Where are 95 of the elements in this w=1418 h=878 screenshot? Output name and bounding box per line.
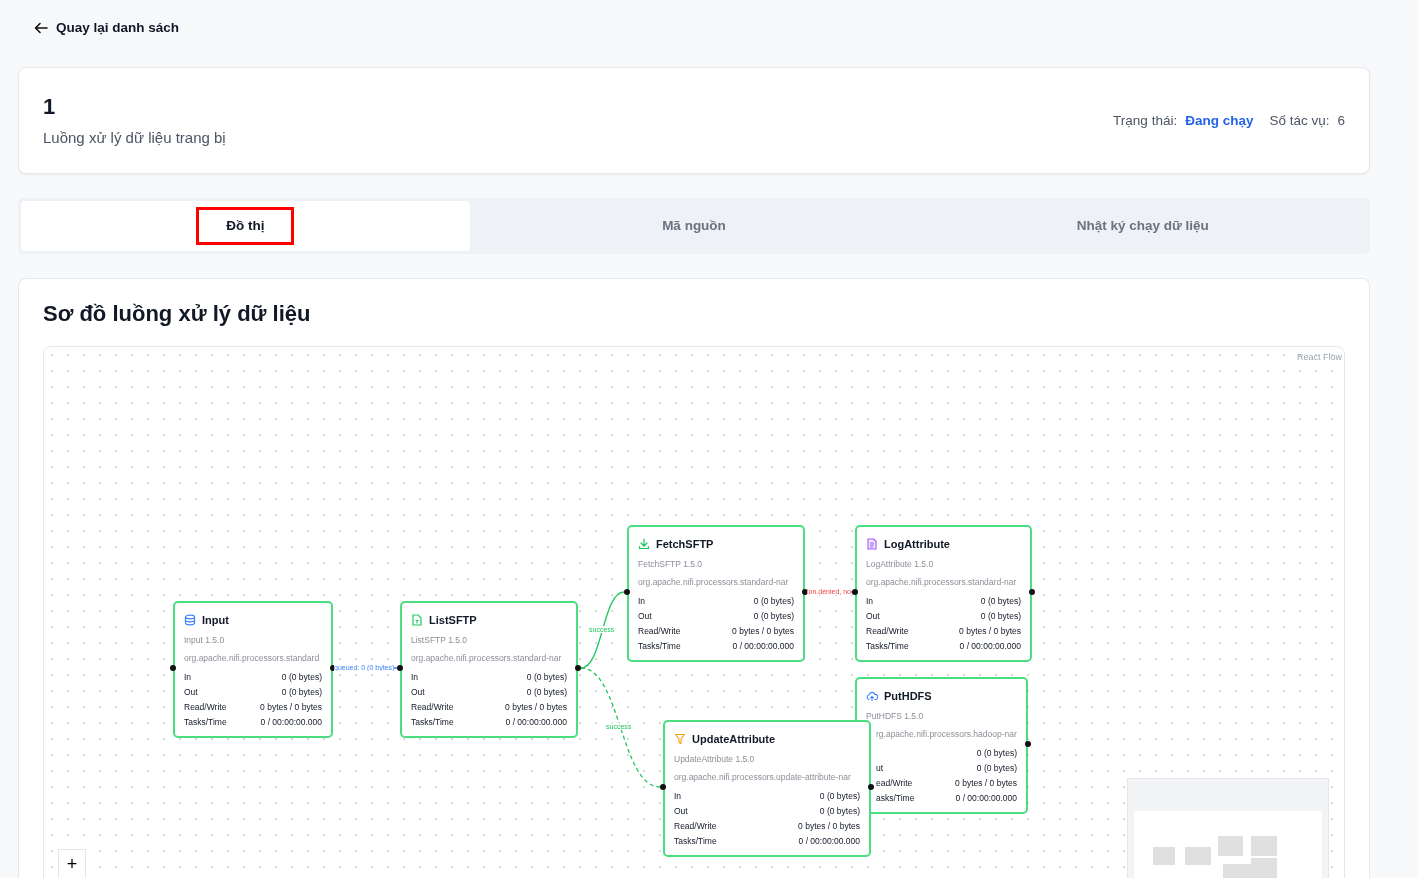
stat-label: ead/Write [876,777,913,791]
stat-label: Out [638,609,652,623]
stat-value: 0 (0 bytes) [281,685,322,699]
stat-label: Out [674,804,688,818]
stat-label: In [674,789,682,803]
input-handle [170,664,176,671]
stat-label: Read/Write [674,820,717,834]
stat-value: 0 / 00:00:00.000 [732,640,794,654]
stat-label: Tasks/Time [411,716,454,730]
zoom-in-button[interactable]: + [58,848,86,878]
stat-value: 0 (0 bytes) [976,761,1017,775]
stat-label: In [866,594,874,608]
node-package: org.apache.nifi.processors.update-attribute-nar [674,770,852,784]
node-version: UpdateAttribute 1.5.0 [674,753,756,766]
input-handle [660,783,666,790]
stat-value: 0 (0 bytes) [980,609,1021,623]
stat-label: Tasks/Time [638,640,681,654]
stat-label: In [184,670,192,684]
output-handle [1025,740,1031,747]
node-title: LogAttribute [884,536,950,552]
node-version: PutHDFS 1.5.0 [866,710,925,723]
output-handle [1029,588,1035,595]
flow-subtitle: Luồng xử lý dữ liệu trang bị [43,127,226,148]
section-title: Sơ đồ luồng xử lý dữ liệu [43,301,312,328]
stat-label: ut [876,761,884,775]
output-handle [868,783,874,790]
node-package: rg.apache.nifi.processors.hadoop-nar [875,727,1017,741]
stat-value: 0 (0 bytes) [980,594,1021,608]
stat-label: In [411,670,419,684]
node-package: org.apache.nifi.processors.standard-nar [638,575,790,589]
input-handle [397,664,403,671]
cloud-upload-icon [866,689,878,702]
stat-label: Out [411,685,425,699]
node-title: UpdateAttribute [692,731,776,747]
stat-label: Read/Write [638,625,681,639]
stat-value: 0 bytes / 0 bytes [732,625,794,639]
input-handle [624,588,630,595]
status-value: Đang chạy [1185,112,1254,131]
stat-value: 0 / 00:00:00.000 [955,792,1017,806]
tasks-label: Số tác vụ: [1269,112,1330,131]
flow-title: 1 [43,94,57,121]
stat-label: Tasks/Time [866,640,909,654]
input-handle [852,588,858,595]
stat-value: 0 (0 bytes) [526,670,567,684]
stat-value: 0 (0 bytes) [976,746,1017,760]
node-package: org.apache.nifi.processors.standard-nar [411,651,563,665]
stat-value: 0 bytes / 0 bytes [260,701,322,715]
stat-value: 0 (0 bytes) [281,670,322,684]
stat-label: In [638,594,646,608]
stat-value: 0 bytes / 0 bytes [959,625,1021,639]
stat-value: 0 (0 bytes) [819,789,860,803]
node-package: org.apache.nifi.processors.standard [184,651,321,665]
node-title: ListSFTP [429,612,477,628]
back-arrow-icon [34,22,48,35]
stat-label: Read/Write [411,701,454,715]
status-label: Trạng thái: [1113,112,1178,131]
stat-value: 0 / 00:00:00.000 [798,835,860,849]
download-icon [638,537,650,550]
tab[interactable]: Nhật ký chạy dữ liệu [918,201,1367,252]
tab[interactable]: Đồ thị [21,201,470,252]
stat-value: 0 bytes / 0 bytes [798,820,860,834]
node-package: org.apache.nifi.processors.standard-nar [866,575,1018,589]
tasks-count: 6 [1337,112,1345,131]
stat-value: 0 (0 bytes) [753,609,794,623]
back-link[interactable]: Quay lại danh sách [34,18,180,39]
node-version: Input 1.5.0 [184,634,226,647]
stat-value: 0 / 00:00:00.000 [505,716,567,730]
stat-label: Tasks/Time [184,716,227,730]
output-handle [802,588,808,595]
stat-value: 0 (0 bytes) [753,594,794,608]
stat-label: Tasks/Time [674,835,717,849]
node-version: ListSFTP 1.5.0 [411,634,469,647]
stat-value: 0 (0 bytes) [819,804,860,818]
attribution-text: React Flow [1297,350,1342,364]
stat-value: 0 bytes / 0 bytes [505,701,567,715]
output-handle [575,664,581,671]
node-title: PutHDFS [884,688,932,704]
tab[interactable]: Mã nguồn [469,201,919,252]
file-icon [411,613,423,626]
stat-value: 0 (0 bytes) [526,685,567,699]
document-icon [866,537,878,550]
stat-label: Read/Write [184,701,227,715]
node-title: Input [202,612,229,628]
database-icon [184,613,196,626]
stat-label: Out [184,685,198,699]
node-version: LogAttribute 1.5.0 [866,558,935,571]
node-title: FetchSFTP [656,536,714,552]
filter-icon [674,732,686,745]
stat-label: asks/Time [876,792,915,806]
stat-value: 0 / 00:00:00.000 [260,716,322,730]
stat-value: 0 / 00:00:00.000 [959,640,1021,654]
stat-label: Read/Write [866,625,909,639]
stat-value: 0 bytes / 0 bytes [955,777,1017,791]
node-version: FetchSFTP 1.5.0 [638,558,704,571]
stat-label: Out [866,609,880,623]
